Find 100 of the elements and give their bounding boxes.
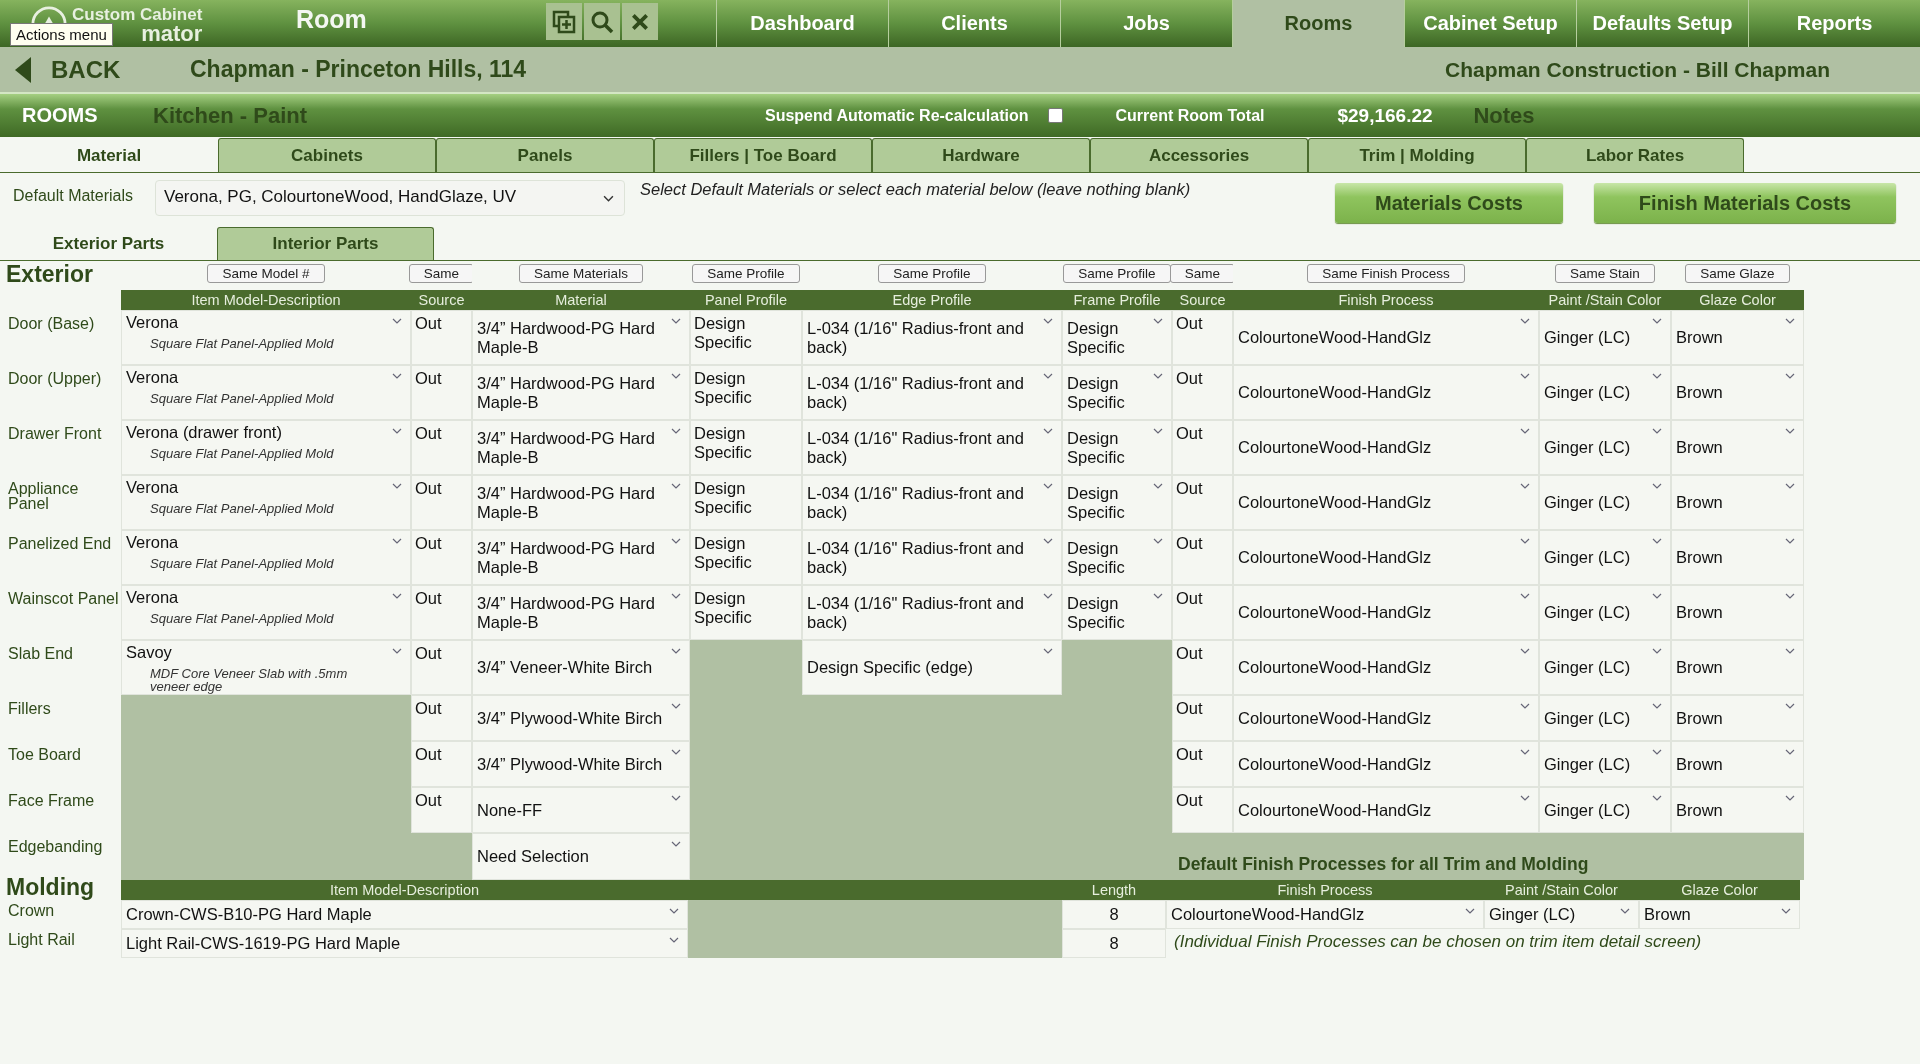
tab[interactable]: Panels: [436, 138, 654, 172]
nav-tab[interactable]: Rooms: [1232, 0, 1404, 47]
costs-button[interactable]: Finish Materials Costs: [1594, 183, 1896, 223]
glaze-color-select[interactable]: Brown: [1671, 530, 1804, 585]
model-select[interactable]: Verona Square Flat Panel-Applied Mold: [121, 365, 411, 420]
caret-icon: [1043, 483, 1053, 489]
material-select[interactable]: Need Selection: [472, 833, 690, 880]
model-select[interactable]: Verona Square Flat Panel-Applied Mold: [121, 585, 411, 640]
tab[interactable]: Cabinets: [218, 138, 436, 172]
model-select[interactable]: Verona Square Flat Panel-Applied Mold: [121, 530, 411, 585]
finish-process-select[interactable]: ColourtoneWood-HandGlz: [1233, 420, 1539, 475]
paint-color-select[interactable]: Ginger (LC): [1539, 787, 1671, 833]
material-select[interactable]: None-FF: [472, 787, 690, 833]
edge-profile-select[interactable]: L-034 (1/16" Radius-front and back): [802, 365, 1062, 420]
same-button[interactable]: Same: [1169, 264, 1236, 283]
paint-color-select[interactable]: Ginger (LC): [1539, 475, 1671, 530]
tab[interactable]: Trim | Molding: [1308, 138, 1526, 172]
glaze-color-select[interactable]: Brown: [1671, 787, 1804, 833]
paint-color-select[interactable]: Ginger (LC): [1539, 365, 1671, 420]
material-select[interactable]: 3/4” Hardwood-PG Hard Maple-B: [472, 530, 690, 585]
edge-profile-select[interactable]: L-034 (1/16" Radius-front and back): [802, 420, 1062, 475]
caret-icon: [671, 749, 681, 755]
costs-button[interactable]: Materials Costs: [1335, 183, 1563, 223]
finish-process-select[interactable]: ColourtoneWood-HandGlz: [1233, 741, 1539, 787]
glaze-color-select[interactable]: Brown: [1671, 640, 1804, 695]
glaze-color-select[interactable]: Brown: [1671, 475, 1804, 530]
column-header: Glaze Color: [1671, 290, 1804, 310]
glaze-color-select[interactable]: Brown: [1639, 900, 1800, 929]
same-button[interactable]: Same: [408, 264, 475, 283]
material-select[interactable]: 3/4” Plywood-White Birch: [472, 695, 690, 741]
frame-profile-select[interactable]: Design Specific: [1062, 585, 1172, 640]
finish-process-select[interactable]: ColourtoneWood-HandGlz: [1233, 310, 1539, 365]
paint-color-select[interactable]: Ginger (LC): [1539, 585, 1671, 640]
finish-process-select[interactable]: ColourtoneWood-HandGlz: [1233, 640, 1539, 695]
tab[interactable]: Hardware: [872, 138, 1090, 172]
page-title: Room: [295, 4, 368, 35]
paint-color-select[interactable]: Ginger (LC): [1539, 420, 1671, 475]
edge-profile-select[interactable]: L-034 (1/16" Radius-front and back): [802, 530, 1062, 585]
close-button[interactable]: [622, 3, 658, 40]
suspend-checkbox[interactable]: [1048, 108, 1064, 123]
paint-color-select[interactable]: Ginger (LC): [1539, 741, 1671, 787]
glaze-color-select[interactable]: Brown: [1671, 585, 1804, 640]
edge-profile-select[interactable]: L-034 (1/16" Radius-front and back): [802, 310, 1062, 365]
same-button[interactable]: Same Glaze: [1685, 264, 1790, 283]
paint-color-select[interactable]: Ginger (LC): [1539, 530, 1671, 585]
paint-color-select[interactable]: Ginger (LC): [1484, 900, 1639, 929]
parts-tab[interactable]: Interior Parts: [217, 227, 434, 260]
finish-process-select[interactable]: ColourtoneWood-HandGlz: [1166, 900, 1484, 929]
same-button[interactable]: Same Materials: [519, 264, 643, 283]
same-button[interactable]: Same Profile: [692, 264, 800, 283]
same-button[interactable]: Same Stain: [1555, 264, 1655, 283]
frame-profile-select[interactable]: Design Specific: [1062, 310, 1172, 365]
same-button[interactable]: Same Finish Process: [1307, 264, 1465, 283]
row-label: Face Frame: [7, 791, 96, 808]
molding-model-select[interactable]: Light Rail-CWS-1619-PG Hard Maple: [121, 929, 688, 958]
same-button[interactable]: Same Model #: [207, 264, 325, 283]
same-button[interactable]: Same Profile: [878, 264, 986, 283]
edge-profile-select[interactable]: L-034 (1/16" Radius-front and back): [802, 475, 1062, 530]
panel-profile-cell: Design Specific: [690, 365, 802, 420]
finish-process-select[interactable]: ColourtoneWood-HandGlz: [1233, 695, 1539, 741]
glaze-color-select[interactable]: Brown: [1671, 365, 1804, 420]
model-select[interactable]: Savoy MDF Core Veneer Slab with .5mm veneer edge: [121, 640, 411, 695]
material-select[interactable]: 3/4” Hardwood-PG Hard Maple-B: [472, 365, 690, 420]
same-button[interactable]: Same Profile: [1063, 264, 1171, 283]
material-select[interactable]: 3/4” Hardwood-PG Hard Maple-B: [472, 310, 690, 365]
material-select[interactable]: 3/4” Veneer-White Birch: [472, 640, 690, 695]
glaze-color-select[interactable]: Brown: [1671, 695, 1804, 741]
search-button[interactable]: [584, 3, 620, 40]
default-materials-select[interactable]: Verona, PG, ColourtoneWood, HandGlaze, UV: [155, 180, 625, 216]
model-select[interactable]: Verona Square Flat Panel-Applied Mold: [121, 475, 411, 530]
frame-profile-select[interactable]: Design Specific: [1062, 365, 1172, 420]
tab[interactable]: Accessories: [1090, 138, 1308, 172]
frame-profile-select[interactable]: Design Specific: [1062, 420, 1172, 475]
paint-color-select[interactable]: Ginger (LC): [1539, 695, 1671, 741]
back-button[interactable]: BACK: [0, 55, 190, 84]
molding-model-select[interactable]: Crown-CWS-B10-PG Hard Maple: [121, 900, 688, 929]
glaze-color-select[interactable]: Brown: [1671, 741, 1804, 787]
glaze-color-select[interactable]: Brown: [1671, 420, 1804, 475]
model-select[interactable]: Verona Square Flat Panel-Applied Mold: [121, 310, 411, 365]
model-select[interactable]: Verona (drawer front) Square Flat Panel-Applied Mold: [121, 420, 411, 475]
glaze-color-select[interactable]: Brown: [1671, 310, 1804, 365]
material-select[interactable]: 3/4” Hardwood-PG Hard Maple-B: [472, 420, 690, 475]
edge-profile-select[interactable]: L-034 (1/16" Radius-front and back): [802, 585, 1062, 640]
finish-process-select[interactable]: ColourtoneWood-HandGlz: [1233, 530, 1539, 585]
edge-profile-select[interactable]: Design Specific (edge): [802, 640, 1062, 695]
add-copy-button[interactable]: [546, 3, 582, 40]
finish-process-select[interactable]: ColourtoneWood-HandGlz: [1233, 475, 1539, 530]
source-cell: Out: [1172, 741, 1233, 787]
frame-profile-select[interactable]: Design Specific: [1062, 530, 1172, 585]
material-select[interactable]: 3/4” Plywood-White Birch: [472, 741, 690, 787]
material-select[interactable]: 3/4” Hardwood-PG Hard Maple-B: [472, 475, 690, 530]
frame-profile-select[interactable]: Design Specific: [1062, 475, 1172, 530]
tab[interactable]: Labor Rates: [1526, 138, 1744, 172]
paint-color-select[interactable]: Ginger (LC): [1539, 640, 1671, 695]
material-select[interactable]: 3/4” Hardwood-PG Hard Maple-B: [472, 585, 690, 640]
tab[interactable]: Fillers | Toe Board: [654, 138, 872, 172]
finish-process-select[interactable]: ColourtoneWood-HandGlz: [1233, 365, 1539, 420]
paint-color-select[interactable]: Ginger (LC): [1539, 310, 1671, 365]
finish-process-select[interactable]: ColourtoneWood-HandGlz: [1233, 787, 1539, 833]
finish-process-select[interactable]: ColourtoneWood-HandGlz: [1233, 585, 1539, 640]
